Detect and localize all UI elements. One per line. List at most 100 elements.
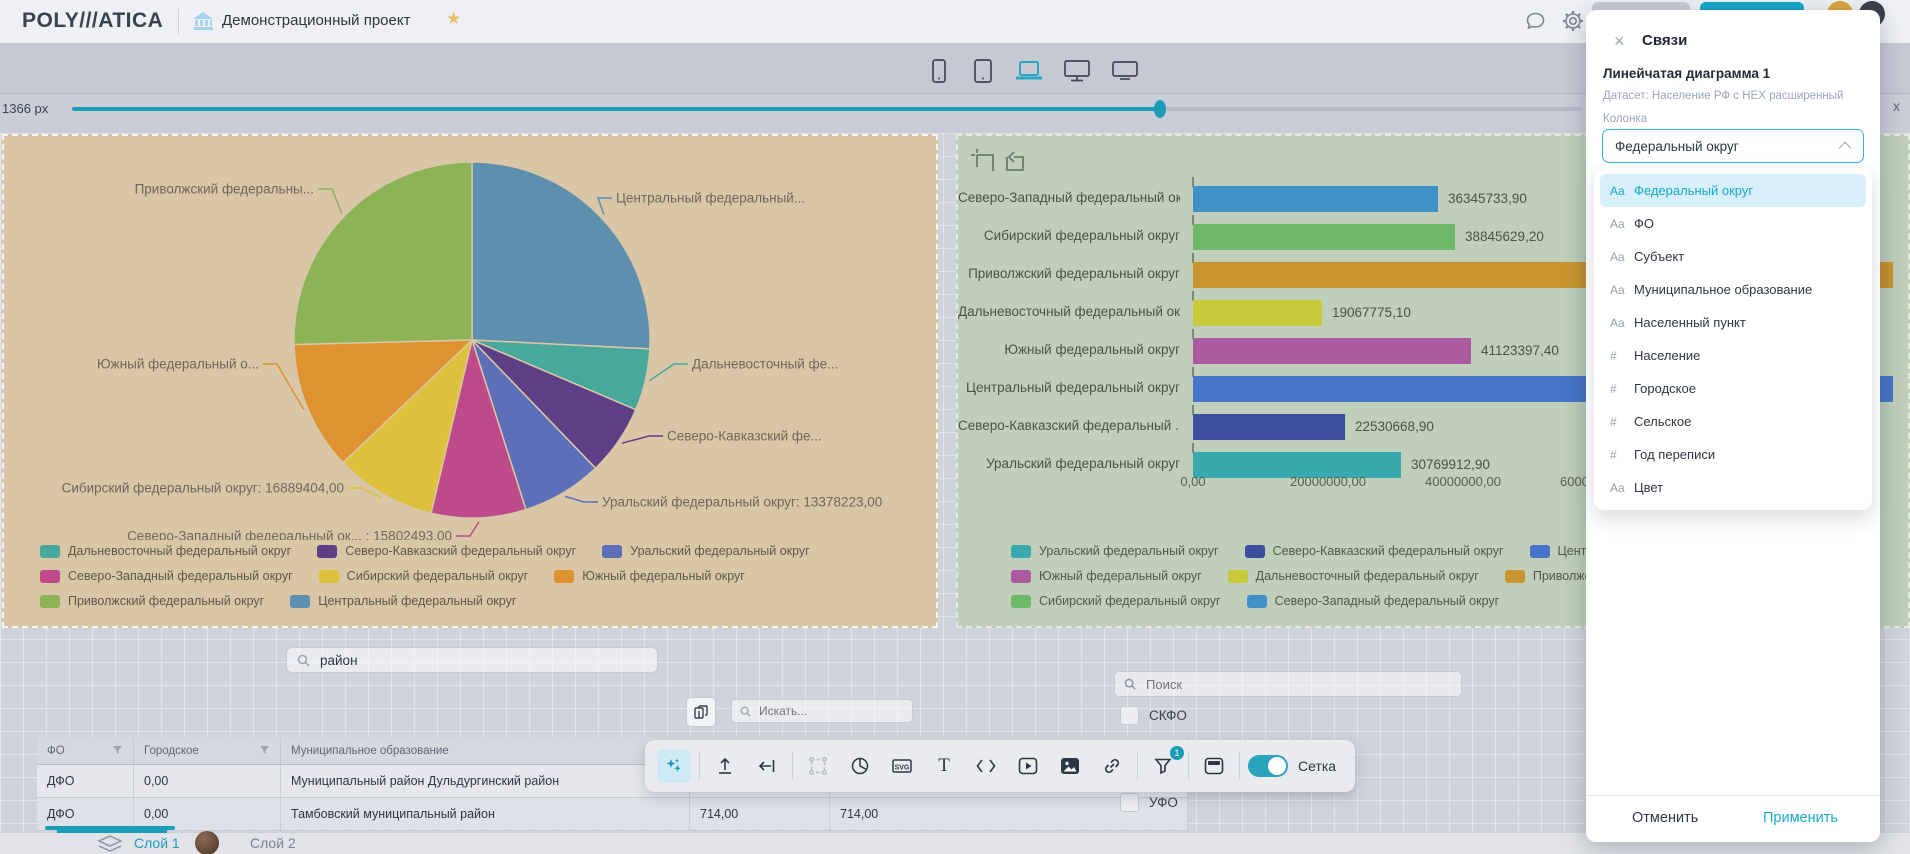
bar-category-label: Северо-Западный федеральный ок... (958, 190, 1180, 205)
close-icon[interactable]: × (1614, 32, 1625, 50)
toolbar-separator (1137, 752, 1138, 780)
panel-footer-divider (1586, 795, 1880, 796)
legend-item: Сибирский федеральный округ (1011, 594, 1221, 608)
chevron-up-icon (1839, 141, 1852, 154)
checkbox[interactable] (1120, 793, 1139, 812)
project-title[interactable]: Демонстрационный проект (222, 12, 410, 29)
svg-export-icon[interactable]: SVG (885, 749, 919, 783)
chat-icon[interactable] (1524, 10, 1547, 38)
toolbar-separator (1239, 752, 1240, 780)
links-panel: × Связи Линейчатая диаграмма 1 Датасет: … (1586, 10, 1880, 842)
column-filter-icon[interactable] (112, 745, 123, 756)
bar[interactable] (1193, 414, 1345, 440)
dropdown-option[interactable]: AaФО (1600, 207, 1866, 240)
bar[interactable] (1193, 300, 1322, 326)
device-tablet-icon[interactable] (970, 57, 996, 85)
chart-pie-icon[interactable] (843, 749, 877, 783)
dropdown-option[interactable]: AaФедеральный округ (1600, 174, 1866, 207)
grid-toggle-knob (1268, 757, 1286, 775)
legend-row: Дальневосточный федеральный округСеверо-… (40, 544, 920, 558)
bar-value-label: 36345733,90 (1448, 191, 1527, 206)
bar-value-label: 19067775,10 (1332, 305, 1411, 320)
legend-item: Южный федеральный округ (1011, 569, 1202, 583)
legend-label: Сибирский федеральный округ (347, 569, 529, 583)
dropdown-option[interactable]: AaЦвет (1600, 471, 1866, 504)
apply-button[interactable]: Применить (1763, 810, 1838, 826)
dropdown-option[interactable]: AaСубъект (1600, 240, 1866, 273)
dropdown-option[interactable]: AaМуниципальное образование (1600, 273, 1866, 306)
bar[interactable] (1193, 186, 1438, 212)
filter-search-input[interactable] (1144, 676, 1438, 693)
dropdown-option[interactable]: #Городское (1600, 372, 1866, 405)
upload-icon[interactable] (708, 749, 742, 783)
magic-sparkles-icon[interactable] (657, 749, 691, 783)
pie-callout-label: Дальневосточный фе... (692, 357, 838, 372)
table-header-cell[interactable]: Муниципальное образование (281, 737, 690, 764)
column-label: Колонка (1603, 113, 1647, 125)
app-logo[interactable]: POLY///ATICA (22, 9, 163, 33)
pie-callout-label: Уральский федеральный округ: 13378223,00 (602, 495, 882, 510)
pie-callout-line (598, 198, 612, 215)
text-tool-icon[interactable]: T (927, 749, 961, 783)
legend-label: Северо-Кавказский федеральный округ (345, 544, 576, 558)
option-label: Федеральный округ (1634, 183, 1753, 198)
image-tool-icon[interactable] (1053, 749, 1087, 783)
option-label: Городское (1634, 381, 1696, 396)
column-select[interactable]: Федеральный округ (1602, 129, 1864, 163)
filter-funnel-icon[interactable]: 1 (1146, 749, 1180, 783)
table-search-input[interactable] (757, 703, 901, 719)
transform-icon[interactable] (801, 749, 835, 783)
device-phone-icon[interactable] (926, 57, 952, 85)
widget-name: Линейчатая диаграмма 1 (1603, 66, 1770, 81)
table-header-cell[interactable]: ФО (37, 737, 134, 764)
filter-option-row[interactable]: УФО (1120, 793, 1178, 812)
layer-tab-2[interactable]: Слой 2 (250, 835, 296, 851)
search-icon (297, 654, 310, 667)
favorite-star-icon[interactable]: ★ (446, 9, 461, 29)
toolbar-separator (792, 752, 793, 780)
legend-label: Уральский федеральный округ (630, 544, 810, 558)
column-filter-icon[interactable] (259, 745, 270, 756)
project-icon (192, 11, 214, 36)
active-layer-indicator (57, 830, 167, 833)
video-tool-icon[interactable] (1011, 749, 1045, 783)
settings-gear-icon[interactable] (1561, 9, 1585, 38)
grid-toggle[interactable] (1248, 755, 1288, 777)
layers-icon[interactable] (97, 835, 123, 854)
legend-label: Северо-Западный федеральный округ (1275, 594, 1500, 608)
checkbox[interactable] (1120, 706, 1139, 725)
device-laptop-icon[interactable] (1014, 57, 1044, 85)
width-slider-track-rest[interactable] (1160, 107, 1583, 111)
table-header-cell[interactable]: Городское (134, 737, 281, 764)
pie-chart-widget[interactable]: Центральный федеральный...Дальневосточны… (2, 134, 938, 628)
canvas-close-icon[interactable]: x (1893, 98, 1900, 114)
code-tool-icon[interactable] (969, 749, 1003, 783)
legend-item: Северо-Кавказский федеральный округ (1245, 544, 1504, 558)
frame-tool-icon[interactable] (1197, 749, 1231, 783)
dropdown-option[interactable]: AaНаселенный пункт (1600, 306, 1866, 339)
layer-tab-1[interactable]: Слой 1 (134, 835, 180, 851)
cancel-button[interactable]: Отменить (1632, 810, 1698, 826)
floating-toolbar: SVG T 1 Сетка (645, 740, 1355, 792)
collapse-left-icon[interactable] (750, 749, 784, 783)
table-cell: Муниципальный район Дульдургинский район (281, 765, 690, 797)
width-slider-track-filled[interactable] (72, 107, 1160, 111)
legend-chip (1530, 545, 1550, 558)
table-row[interactable]: ДФО0,00Тамбовский муниципальный район714… (37, 798, 1188, 831)
width-slider-handle[interactable] (1154, 100, 1166, 118)
bar[interactable] (1193, 224, 1455, 250)
dropdown-option[interactable]: #Население (1600, 339, 1866, 372)
legend-chip (290, 595, 310, 608)
link-tool-icon[interactable] (1095, 749, 1129, 783)
district-search-input[interactable] (318, 652, 642, 669)
dropdown-option[interactable]: #Сельское (1600, 405, 1866, 438)
legend-item: Уральский федеральный округ (1011, 544, 1219, 558)
table-columns-button[interactable] (686, 697, 716, 727)
dropdown-option[interactable]: #Год переписи (1600, 438, 1866, 471)
option-label: Сельское (1634, 414, 1691, 429)
device-monitor-icon[interactable] (1062, 57, 1092, 85)
legend-chip (1011, 595, 1031, 608)
filter-option-row[interactable]: СКФО (1120, 706, 1187, 725)
bar[interactable] (1193, 338, 1471, 364)
device-tv-icon[interactable] (1110, 57, 1140, 85)
